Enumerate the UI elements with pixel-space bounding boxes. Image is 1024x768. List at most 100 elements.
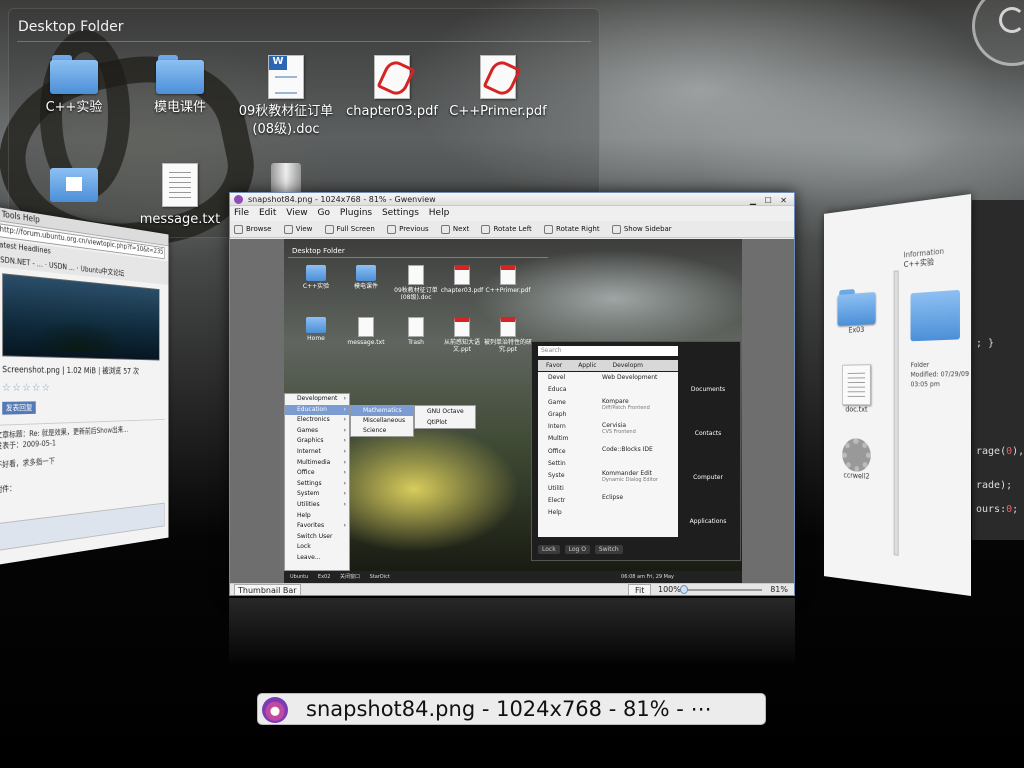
inner-icon: Home (290, 317, 342, 342)
inner-submenu-mathematics: GNU Octave QtiPlot (414, 405, 476, 429)
window-reflection (229, 598, 795, 668)
rating-stars-icon[interactable]: ☆☆☆☆☆ (2, 381, 159, 394)
desktop-icon-chapter03-pdf[interactable]: chapter03.pdf (339, 55, 445, 121)
pdf-icon (374, 55, 410, 99)
word-document-icon (268, 55, 304, 99)
view-button[interactable]: View (283, 224, 312, 234)
image-caption: Screenshot.png | 1.02 MiB | 被浏览 57 次 (2, 365, 139, 377)
inner-taskbar: Ubuntu Ex02 关闭窗口 StarDict 06:08 am Fri, … (284, 571, 742, 583)
displayed-screenshot: Desktop Folder C++实验 模电课件 09秋教材征订单(08级).… (284, 239, 742, 583)
image-canvas[interactable]: Desktop Folder C++实验 模电课件 09秋教材征订单(08级).… (230, 239, 794, 583)
next-button[interactable]: Next (440, 224, 469, 234)
zoom-slider[interactable] (682, 589, 762, 591)
fullscreen-button[interactable]: Full Screen (324, 224, 375, 234)
text-file-icon (842, 364, 871, 406)
desktop-folder-divider (17, 41, 591, 42)
inner-icon: message.txt (340, 317, 392, 346)
inner-submenu-education: Mathematics Miscellaneous Science (350, 405, 414, 437)
desktop-icon-cppprimer-pdf[interactable]: C++Primer.pdf (445, 55, 551, 121)
menu-plugins[interactable]: Plugins (340, 208, 372, 218)
show-sidebar-button[interactable]: Show Sidebar (611, 224, 672, 234)
inner-icon: 从前感知大语文.ppt (436, 317, 488, 353)
zoom-fit-button[interactable]: Fit (628, 584, 652, 595)
previous-icon (387, 224, 397, 234)
desktop-icon-courseware-folder[interactable]: 模电课件 (127, 55, 233, 117)
inner-app-menu: Development Education Electronics Games … (284, 393, 350, 571)
pdf-icon (480, 55, 516, 99)
menu-help[interactable]: Help (429, 208, 450, 218)
post-body: 不好看，求多指一下 (0, 456, 55, 470)
gwenview-window[interactable]: snapshot84.png - 1024x768 - 81% - Gwenvi… (229, 192, 795, 596)
rotate-right-icon (544, 224, 554, 234)
code-line: rade); (976, 480, 1013, 491)
menu-settings[interactable]: Settings (382, 208, 419, 218)
info-metadata: Folder Modified: 07/29/09 03:05 pm (910, 360, 970, 389)
inner-icon: 09秋教材征订单(08级).doc (390, 265, 442, 301)
menu-edit[interactable]: Edit (259, 208, 276, 218)
inner-icon: Trash (390, 317, 442, 346)
sidebar-icon (611, 224, 621, 234)
caption-text: snapshot84.png - 1024x768 - 81% - ⋯ (306, 697, 712, 721)
browse-icon (234, 224, 243, 234)
inner-lancelot-menu: Search Favor Applic Developm Devel Educa… (531, 341, 741, 561)
desktop-icon-label: C++Primer.pdf (449, 104, 547, 119)
folder-icon (156, 55, 204, 95)
rotate-right-button[interactable]: Rotate Right (544, 224, 600, 234)
code-line: ; } (976, 338, 995, 349)
thumbnail-bar-toggle[interactable]: Thumbnail Bar (234, 584, 301, 595)
file-manager-window[interactable]: Information C++实验 Folder Modified: 07/29… (823, 194, 971, 596)
fullscreen-icon (324, 224, 334, 234)
menu-file[interactable]: File (234, 208, 249, 218)
folder-preview-icon (910, 289, 960, 342)
window-titlebar[interactable]: snapshot84.png - 1024x768 - 81% - Gwenvi… (230, 193, 794, 206)
browser-window[interactable]: _ Tools Help http://forum.ubuntu.org.cn/… (0, 206, 169, 566)
code-line: ours:0; (976, 504, 1019, 515)
toolbar: Browse View Full Screen Previous Next Ro… (230, 221, 794, 238)
desktop-folder-title: Desktop Folder (18, 19, 124, 35)
zoom-percent: 81% (770, 585, 788, 594)
inner-icon: C++Primer.pdf (482, 265, 534, 294)
desktop-icon-label: C++实验 (45, 100, 103, 115)
gwenview-app-icon (234, 195, 243, 204)
screenshot-thumbnail[interactable] (2, 273, 160, 361)
scrollbar[interactable] (893, 270, 899, 556)
menu-go[interactable]: Go (317, 208, 329, 218)
code-line: rage(0),sen (976, 446, 1024, 457)
text-file-icon (162, 163, 198, 207)
browse-button[interactable]: Browse (234, 224, 272, 234)
inner-icon: 模电课件 (340, 265, 392, 290)
rotate-left-icon (481, 224, 491, 234)
file-item[interactable]: doc.txt (833, 364, 880, 414)
inner-icon: 被列单治特性的研究.ppt (482, 317, 534, 353)
code-editor-window[interactable]: ; } rage(0),sen rade); ours:0; (972, 200, 1024, 540)
desktop-icon-label: 模电课件 (153, 100, 206, 115)
next-icon (440, 224, 450, 234)
inner-icon: C++实验 (290, 265, 342, 290)
desktop-icon-home[interactable] (21, 163, 127, 203)
reply-button[interactable]: 发表回复 (2, 401, 36, 415)
folder-icon (50, 55, 98, 95)
window-controls[interactable]: ▁ ☐ ✕ (750, 194, 790, 207)
attachments-label: 附件： (0, 483, 16, 495)
folder-icon (837, 287, 876, 326)
executable-gear-icon (842, 437, 871, 473)
desktop-icon-doc[interactable]: 09秋教材征订单(08级).doc (233, 55, 339, 139)
file-item[interactable]: ccrwell2 (833, 437, 880, 482)
inner-icon: chapter03.pdf (436, 265, 488, 294)
info-panel: Information C++实验 (904, 247, 944, 270)
window-title: snapshot84.png - 1024x768 - 81% - Gwenvi… (248, 195, 436, 204)
rotate-left-button[interactable]: Rotate Left (481, 224, 532, 234)
previous-button[interactable]: Previous (387, 224, 429, 234)
post-header: 文章标题：Re: 就是效果，更新前后Show出来... 发表于：2009-05-… (0, 418, 165, 496)
desktop-icon-label: chapter03.pdf (346, 104, 438, 119)
home-folder-icon (50, 163, 98, 203)
desktop-icon-label: 09秋教材征订单(08级).doc (238, 104, 334, 137)
file-item[interactable]: Ex03 (833, 287, 880, 335)
gwenview-app-icon (262, 697, 288, 723)
zoom-slider-handle[interactable] (680, 585, 688, 594)
menu-view[interactable]: View (286, 208, 307, 218)
menubar: File Edit View Go Plugins Settings Help (230, 206, 794, 221)
desktop-icon-message-txt[interactable]: message.txt (127, 163, 233, 229)
inner-desktop-folder-title: Desktop Folder (292, 247, 345, 255)
desktop-icon-cpp-folder[interactable]: C++实验 (21, 55, 127, 117)
